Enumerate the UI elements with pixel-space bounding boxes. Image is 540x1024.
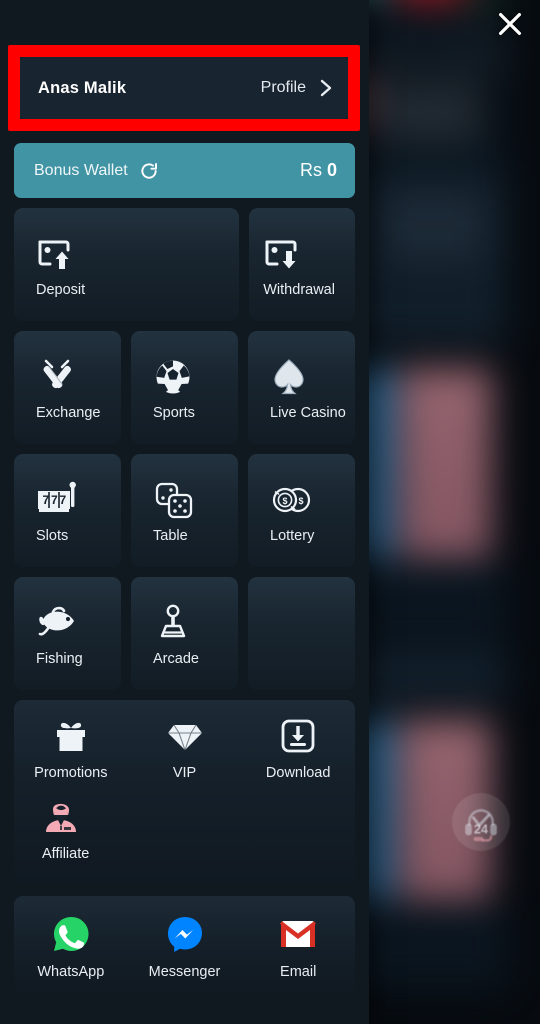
tile-slots[interactable]: 777 Slots (14, 454, 121, 567)
tile-label: Sports (153, 404, 195, 421)
social-row: WhatsApp Messenger Email (14, 912, 355, 980)
tile-fishing[interactable]: Fishing (14, 577, 121, 690)
social-label: Email (280, 964, 317, 980)
app-root: 24 Anas Malik Profile Bonus Wallet Rs 0 … (0, 0, 540, 1024)
close-icon (499, 13, 521, 35)
bonus-wallet-amount: Rs 0 (300, 160, 337, 181)
social-whatsapp[interactable]: WhatsApp (14, 912, 128, 980)
tile-live-casino[interactable]: Live Casino (248, 331, 355, 444)
wallet-value: 0 (326, 160, 337, 180)
svg-text:$: $ (298, 496, 303, 506)
support-chat-button[interactable]: 24 (452, 793, 510, 851)
gmail-icon (279, 912, 317, 956)
profile-link-label: Profile (260, 79, 306, 96)
service-label: VIP (172, 765, 197, 781)
tile-empty (248, 577, 355, 690)
background-avatar (384, 42, 414, 72)
tile-label: Lottery (270, 527, 315, 544)
tile-lottery[interactable]: $ $ Lottery (248, 454, 355, 567)
profile-highlight-box: Anas Malik Profile (8, 45, 360, 131)
soccer-ball-icon (153, 355, 238, 399)
bonus-wallet-label: Bonus Wallet (34, 161, 128, 179)
service-label: Affiliate (42, 846, 90, 862)
wallet-down-arrow-icon (263, 232, 355, 276)
tile-arcade[interactable]: Arcade (131, 577, 238, 690)
social-label: Messenger (148, 964, 221, 980)
tile-row-transactions: Deposit Withdrawal (14, 208, 355, 321)
chevron-right-icon (320, 79, 332, 97)
gift-icon (52, 714, 90, 758)
wallet-currency: Rs (299, 160, 322, 180)
tile-exchange[interactable]: Exchange (14, 331, 121, 444)
social-card: WhatsApp Messenger Email (14, 896, 355, 994)
social-label: WhatsApp (37, 964, 105, 980)
tile-label: Deposit (36, 281, 86, 298)
dice-icon (153, 478, 238, 522)
spade-icon (270, 355, 355, 399)
services-row-2: Affiliate (14, 795, 355, 876)
headset-24-icon: 24 (465, 809, 497, 842)
tile-label: Exchange (36, 404, 101, 421)
tile-row-games-1: Exchange Sports Live Casino (14, 331, 355, 444)
slot-machine-777-icon: 777 (36, 478, 121, 522)
support-badge-text: 24 (474, 823, 488, 837)
tile-label: Fishing (36, 650, 83, 667)
bonus-wallet-bar[interactable]: Bonus Wallet Rs 0 (14, 143, 355, 198)
service-promotions[interactable]: Promotions (14, 714, 128, 795)
whatsapp-icon (51, 912, 91, 956)
background-avatar (436, 42, 466, 72)
refresh-icon[interactable] (139, 161, 159, 181)
tile-row-games-2: 777 Slots Table $ $ Lottery (14, 454, 355, 567)
download-box-icon (280, 714, 316, 758)
background-grey-block (384, 84, 480, 142)
tile-sports[interactable]: Sports (131, 331, 238, 444)
service-label: Download (265, 765, 331, 781)
service-affiliate[interactable]: Affiliate (14, 795, 355, 876)
bonus-wallet-left: Bonus Wallet (34, 161, 159, 181)
diamond-icon (166, 714, 204, 758)
joystick-icon (153, 601, 238, 645)
service-download[interactable]: Download (241, 714, 355, 795)
services-card: Promotions VIP Download Affiliate (14, 700, 355, 884)
service-vip[interactable]: VIP (128, 714, 242, 795)
background-mauve-block (400, 368, 492, 558)
tile-label: Slots (36, 527, 69, 544)
service-label: Promotions (34, 765, 108, 781)
cricket-bats-icon (36, 355, 121, 399)
messenger-icon (165, 912, 205, 956)
svg-text:7: 7 (51, 493, 58, 507)
svg-text:7: 7 (60, 493, 67, 507)
panel-content: Bonus Wallet Rs 0 Deposit Withdrawal Exc… (0, 143, 369, 994)
lottery-balls-icon: $ $ (270, 478, 355, 522)
profile-row[interactable]: Anas Malik Profile (20, 57, 348, 119)
close-button[interactable] (488, 4, 532, 44)
social-email[interactable]: Email (241, 912, 355, 980)
profile-username: Anas Malik (38, 78, 127, 97)
tile-label: Table (153, 527, 188, 544)
tile-label: Live Casino (270, 404, 346, 421)
tile-withdrawal[interactable]: Withdrawal (249, 208, 355, 321)
profile-link-group[interactable]: Profile (261, 76, 334, 100)
affiliate-person-icon (42, 795, 80, 839)
fish-icon (36, 601, 121, 645)
wallet-up-arrow-icon (36, 232, 239, 276)
background-avatar (476, 42, 506, 72)
social-messenger[interactable]: Messenger (128, 912, 242, 980)
account-side-panel: Anas Malik Profile Bonus Wallet Rs 0 Dep… (0, 0, 369, 1024)
services-row-1: Promotions VIP Download (14, 714, 355, 795)
tile-label: Withdrawal (263, 281, 335, 298)
tile-table[interactable]: Table (131, 454, 238, 567)
tile-label: Arcade (153, 650, 199, 667)
tile-deposit[interactable]: Deposit (14, 208, 240, 321)
tile-row-games-3: Fishing Arcade (14, 577, 355, 690)
background-grey-block (384, 190, 484, 260)
svg-text:$: $ (282, 496, 287, 506)
